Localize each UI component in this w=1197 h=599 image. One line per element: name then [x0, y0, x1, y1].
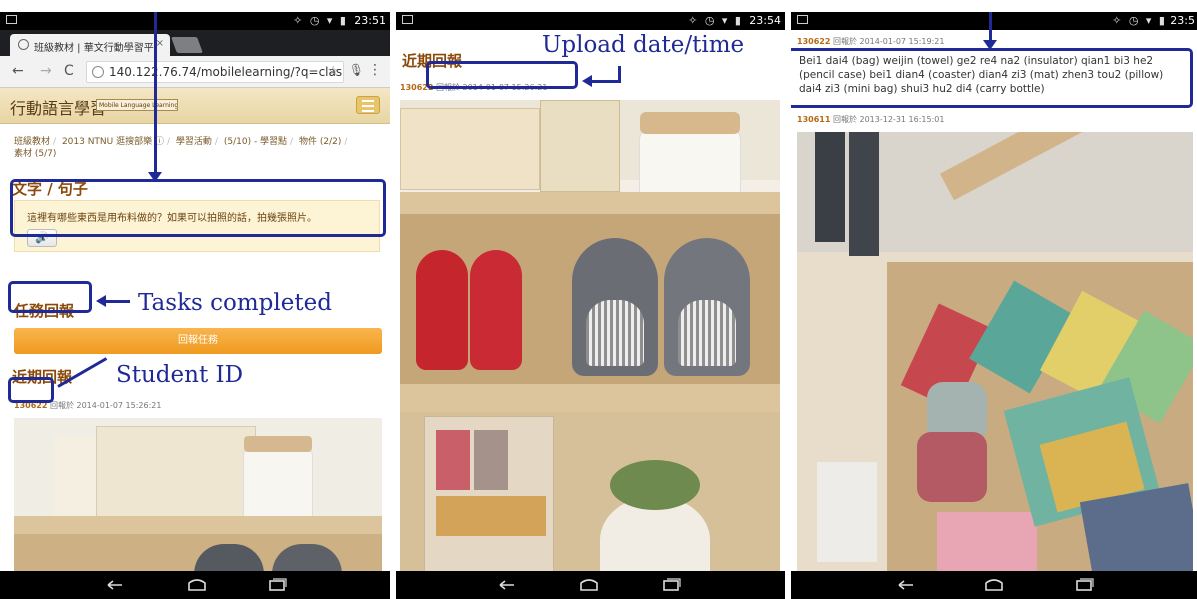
arrow-head-icon: [96, 295, 106, 307]
tab-title: 班級教材 | 華文行動學習平: [34, 43, 154, 54]
address-bar: ← → C 140.122.76.74/mobilelearning/?q=cl…: [0, 56, 390, 88]
upload-datetime-highlight: [426, 61, 578, 89]
reload-icon[interactable]: C: [64, 63, 74, 79]
student-id-highlight: [8, 377, 54, 403]
report-datetime: 2014-01-07 15:19:21: [859, 37, 945, 46]
arrow-head-icon: [983, 40, 997, 50]
arrow-head-icon: [148, 172, 162, 182]
browser-content: 近期回報 130622 回報於 2014-01-07 15:26:21: [396, 30, 785, 571]
caption-highlight: [791, 48, 1193, 108]
home-nav-icon[interactable]: [186, 577, 208, 593]
new-tab-button[interactable]: [171, 37, 203, 53]
phone-screen-1: ✧ ◷ ▾ ▮ 23:51 班級教材 | 華文行動學習平 × ← → C 140…: [0, 12, 390, 599]
report-label: 回報於: [832, 37, 857, 46]
browser-tab[interactable]: 班級教材 | 華文行動學習平 ×: [10, 34, 170, 56]
status-time: 23:54: [749, 14, 781, 27]
android-nav-bar: [396, 571, 785, 599]
status-icons: ✧ ◷ ▾ ▮: [293, 14, 348, 27]
url-text: 140.122.76.74/mobilelearning/?q=clas: [109, 65, 343, 79]
report-photo[interactable]: [400, 100, 780, 571]
site-title[interactable]: 行動語言學習: [10, 95, 106, 119]
home-nav-icon[interactable]: [983, 577, 1005, 593]
back-nav-icon[interactable]: [895, 577, 917, 593]
gallery-icon: [402, 15, 413, 24]
status-bar: ✧ ◷ ▾ ▮ 23:5: [791, 12, 1197, 30]
report-photo[interactable]: [797, 132, 1193, 571]
url-input[interactable]: 140.122.76.74/mobilelearning/?q=clas ☆: [86, 61, 344, 83]
breadcrumb-item[interactable]: 2013 NTNU 逛搜部樂 ⓘ: [62, 137, 164, 147]
microphone-icon[interactable]: 🎙: [349, 63, 364, 77]
student-id[interactable]: 130611: [797, 115, 830, 124]
recents-nav-icon[interactable]: [660, 577, 682, 593]
tab-strip: 班級教材 | 華文行動學習平 ×: [0, 30, 390, 56]
phone-screen-2: ✧ ◷ ▾ ▮ 23:54 近期回報 130622 回報於 2014-01-07…: [396, 12, 785, 599]
status-icons: ✧ ◷ ▾ ▮: [688, 14, 743, 27]
globe-icon: [92, 66, 104, 78]
report-photo[interactable]: [14, 418, 382, 571]
status-bar: ✧ ◷ ▾ ▮ 23:54: [396, 12, 785, 30]
breadcrumb: 班級教材/ 2013 NTNU 逛搜部樂 ⓘ / 學習活動 / (5/10) - 學…: [14, 137, 348, 159]
prompt-highlight: [10, 179, 386, 237]
annotation-tasks-completed: Tasks completed: [138, 290, 332, 316]
bookmark-star-icon[interactable]: ☆: [327, 64, 339, 79]
breadcrumb-item: 素材 (5/7): [14, 149, 57, 159]
breadcrumb-item[interactable]: 學習活動: [176, 137, 212, 147]
forward-icon[interactable]: →: [40, 63, 52, 79]
home-nav-icon[interactable]: [578, 577, 600, 593]
breadcrumb-item[interactable]: (5/10) - 學習點: [224, 137, 287, 147]
report-meta: 130622 回報於 2014-01-07 15:19:21: [797, 36, 944, 47]
report-datetime: 2014-01-07 15:26:21: [76, 401, 162, 410]
annotation-upload-datetime: Upload date/time: [542, 32, 745, 58]
student-id[interactable]: 130622: [797, 37, 830, 46]
android-nav-bar: [0, 571, 390, 599]
breadcrumb-item[interactable]: 物件 (2/2): [299, 137, 341, 147]
report-task-button[interactable]: 回報任務: [14, 328, 382, 354]
site-header: 行動語言學習 Mobile Language Learning: [0, 88, 390, 124]
status-time: 23:51: [354, 14, 386, 27]
back-nav-icon[interactable]: [104, 577, 126, 593]
report-datetime: 2013-12-31 16:15:01: [859, 115, 945, 124]
status-time: 23:5: [1170, 14, 1195, 27]
android-nav-bar: [791, 571, 1197, 599]
back-icon[interactable]: ←: [12, 63, 24, 79]
gallery-icon: [6, 15, 17, 24]
site-subtitle: Mobile Language Learning: [96, 99, 178, 111]
globe-icon: [18, 39, 29, 50]
phone-screen-3: ✧ ◷ ▾ ▮ 23:5 130622 回報於 2014-01-07 15:19…: [791, 12, 1197, 599]
gallery-icon: [797, 15, 808, 24]
hamburger-menu-icon[interactable]: [356, 96, 380, 114]
arrow-line: [618, 66, 621, 83]
report-label: 回報於: [832, 115, 857, 124]
report-meta: 130611 回報於 2013-12-31 16:15:01: [797, 114, 944, 125]
status-icons: ✧ ◷ ▾ ▮: [1112, 14, 1167, 27]
breadcrumb-item[interactable]: 班級教材: [14, 137, 50, 147]
arrow-line: [590, 80, 620, 83]
arrow-line: [154, 12, 157, 180]
recents-nav-icon[interactable]: [266, 577, 288, 593]
arrow-head-icon: [582, 75, 592, 87]
back-nav-icon[interactable]: [496, 577, 518, 593]
recents-nav-icon[interactable]: [1073, 577, 1095, 593]
status-bar: ✧ ◷ ▾ ▮ 23:51: [0, 12, 390, 30]
annotation-student-id: Student ID: [116, 362, 244, 388]
browser-content: 130622 回報於 2014-01-07 15:19:21 Bei1 dai4…: [791, 30, 1197, 571]
report-label: 回報於: [49, 401, 74, 410]
tasks-highlight: [8, 281, 92, 313]
menu-icon[interactable]: ⋮: [368, 62, 382, 78]
